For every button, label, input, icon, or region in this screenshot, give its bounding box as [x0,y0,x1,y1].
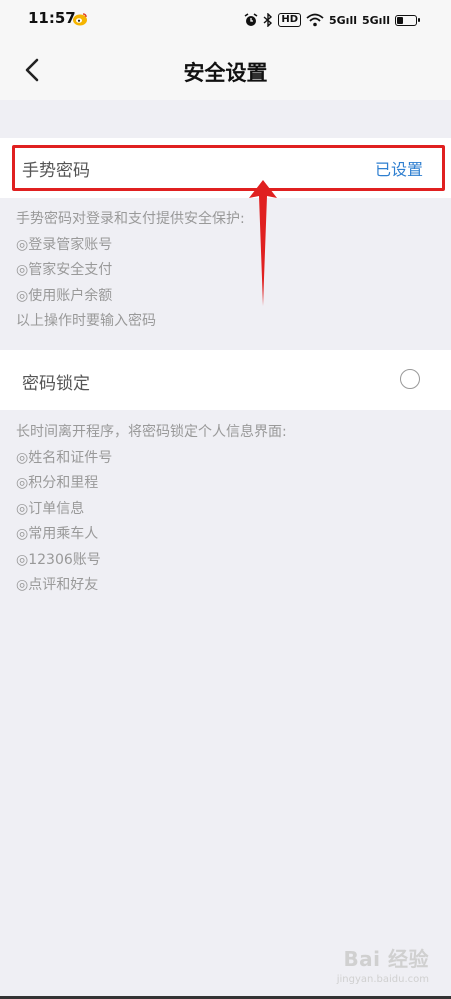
nav-bar: 安全设置 [0,40,451,100]
weibo-icon [73,13,87,26]
hd-icon: HD [278,13,301,27]
watermark-logo: Bai 经验 [343,947,429,971]
5g-signal-icon: 5Gıll [362,13,390,27]
bluetooth-icon [263,13,273,27]
status-time: 11:57 [28,9,76,27]
description-line: 长时间离开程序，将密码锁定个人信息界面: [16,424,287,440]
description-line: ◎管家安全支付 [16,262,113,278]
description-line: ◎姓名和证件号 [16,449,113,466]
gesture-password-label: 手势密码 [22,161,90,181]
description-line: ◎常用乘车人 [16,526,99,542]
wifi-icon [306,13,324,27]
description-line: ◎点评和好友 [16,577,99,593]
password-lock-row[interactable]: 密码锁定 [0,350,451,410]
password-lock-toggle[interactable] [400,369,420,389]
5g-signal-icon: 5Gıll [329,13,357,27]
description-line: 手势密码对登录和支付提供安全保护: [16,211,245,227]
description-line: ◎订单信息 [16,500,85,517]
gesture-password-description: 手势密码对登录和支付提供安全保护: ◎登录管家账号 ◎管家安全支付 ◎使用账户余… [16,207,245,335]
gesture-password-status: 已设置 [374,160,423,179]
gesture-password-row[interactable]: 手势密码 已设置 [0,138,451,198]
status-bar: 11:57 HD 5Gıll 5Gıll [0,0,451,40]
description-line: 以上操作时要输入密码 [16,313,156,329]
watermark: Bai 经验 jingyan.baidu.com [337,943,429,985]
battery-icon [395,14,420,26]
description-line: ◎12306账号 [16,551,101,568]
description-line: ◎积分和里程 [16,475,99,491]
description-line: ◎使用账户余额 [16,287,113,304]
watermark-url: jingyan.baidu.com [336,974,429,985]
status-icons: HD 5Gıll 5Gıll [244,9,420,31]
alarm-icon [244,13,258,26]
password-lock-label: 密码锁定 [22,374,90,394]
page-title: 安全设置 [183,61,268,85]
password-lock-description: 长时间离开程序，将密码锁定个人信息界面: ◎姓名和证件号 ◎积分和里程 ◎订单信… [16,420,287,599]
description-line: ◎登录管家账号 [16,236,113,253]
annotation-arrow-icon [249,180,277,306]
